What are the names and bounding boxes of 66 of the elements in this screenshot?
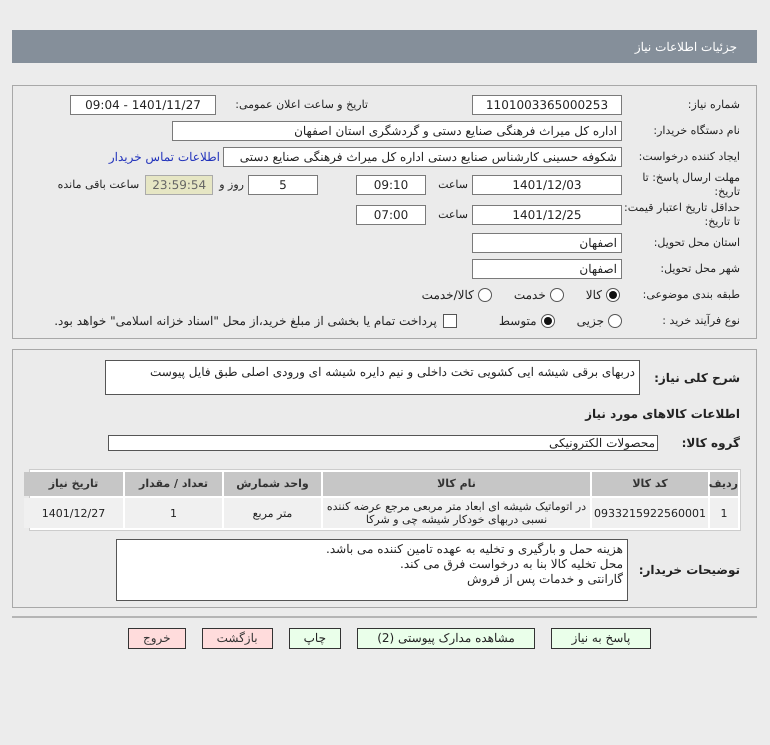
field-label: ساعت باقی مانده [58, 178, 140, 192]
table-cell: 1401/12/27 [24, 498, 123, 528]
text-field[interactable]: 1401/12/25 [472, 205, 622, 225]
column-header: تعداد / مقدار [125, 472, 222, 496]
action-button[interactable]: خروج [128, 628, 186, 649]
section-heading: اطلاعات کالاهای مورد نیاز [585, 406, 740, 423]
column-header: ردیف [710, 472, 738, 496]
text-field[interactable]: اصفهان [472, 259, 622, 279]
field-label: حداقل تاریخ اعتبار قیمت: تا تاریخ: [623, 201, 740, 229]
action-button[interactable]: بازگشت [202, 628, 273, 649]
page-title: جزئیات اطلاعات نیاز [634, 38, 737, 56]
text-field[interactable]: 1401/11/27 - 09:04 [70, 95, 216, 115]
action-button[interactable]: مشاهده مدارک پیوستی (2) [356, 628, 535, 649]
field-label: نام دستگاه خریدار: [652, 124, 740, 138]
text-field[interactable]: 1401/12/03 [472, 175, 622, 195]
field-label: روز و [219, 178, 244, 192]
field-label: طبقه بندی موضوعی: [642, 288, 740, 302]
text-field[interactable]: 07:00 [356, 205, 426, 225]
treasury-note: پرداخت تمام یا بخشی از مبلغ خرید،از محل "اسناد خزانه اسلامی" خواهد بود. [54, 313, 437, 330]
table-cell: در اتوماتیک شیشه ای ابعاد متر مربعی مرجع عرضه کننده نسبی دربهای خودکار شیشه چی و شرکا [323, 498, 590, 528]
field-label: توضیحات خریدار: [638, 563, 740, 577]
action-button[interactable]: چاپ [288, 628, 341, 649]
text-field[interactable]: 5 [248, 175, 318, 195]
text-field[interactable]: 1101003365000253 [472, 95, 622, 115]
table-cell: 0933215922560001 [592, 498, 708, 528]
radio-button[interactable] [550, 288, 564, 302]
field-label: استان محل تحویل: [652, 236, 740, 250]
field-label: تاریخ و ساعت اعلان عمومی: [234, 98, 368, 112]
text-field[interactable]: 09:10 [356, 175, 426, 195]
radio-button[interactable] [608, 314, 622, 328]
radio-button[interactable] [540, 314, 555, 328]
field-label: شرح کلی نیاز: [653, 370, 740, 384]
countdown-display: 23:59:54 [145, 175, 214, 195]
option-label: متوسط [498, 313, 537, 330]
column-header: نام کالا [323, 472, 590, 496]
text-field[interactable]: شکوفه حسینی کارشناس صنایع دستی اداره کل میراث فرهنگی صنایع دستی [223, 147, 622, 167]
table-cell: 1 [125, 498, 222, 528]
option-label: جزیی [576, 313, 604, 330]
radio-button[interactable] [478, 288, 492, 302]
note-line: محل تخلیه کالا بنا به درخواست فرق می کند. [400, 557, 623, 572]
checkbox[interactable] [442, 314, 457, 328]
column-header: واحد شمارش [224, 472, 321, 496]
field-label: گروه کالا: [680, 436, 740, 450]
field-label: شهر محل تحویل: [659, 262, 740, 276]
description-box: دربهای برقی شیشه ایی کشویی تخت داخلی و نیم دایره شیشه ای ورودی اصلی طبق فایل پیوست [105, 360, 640, 395]
option-label: کالا [586, 287, 602, 304]
field-label: ایجاد کننده درخواست: [638, 150, 740, 164]
text-field[interactable]: محصولات الکترونیکی [108, 435, 658, 451]
note-line: هزینه حمل و بارگیری و تخلیه به عهده تامین کننده می باشد. [326, 542, 623, 557]
field-label: مهلت ارسال پاسخ: تا تاریخ: [641, 171, 740, 199]
action-button[interactable]: پاسخ به نیاز [550, 628, 651, 649]
option-label: خدمت [514, 287, 546, 304]
column-header: کد کالا [592, 472, 708, 496]
table-cell: متر مربع [224, 498, 321, 528]
table-cell: 1 [710, 498, 738, 528]
contact-link[interactable]: اطلاعات تماس خریدار [108, 148, 220, 166]
field-label: نوع فرآیند خرید : [661, 314, 740, 328]
option-label: کالا/خدمت [422, 287, 474, 304]
text-field[interactable]: اداره کل میراث فرهنگی صنایع دستی و گردشگری استان اصفهان [172, 121, 622, 141]
field-label: ساعت [437, 208, 468, 222]
text-field[interactable]: اصفهان [472, 233, 622, 253]
radio-button[interactable] [606, 288, 620, 302]
column-header: تاریخ نیاز [24, 472, 123, 496]
field-label: ساعت [437, 178, 468, 192]
field-label: شماره نیاز: [686, 98, 740, 112]
note-line: گارانتی و خدمات پس از فروش [467, 572, 623, 587]
